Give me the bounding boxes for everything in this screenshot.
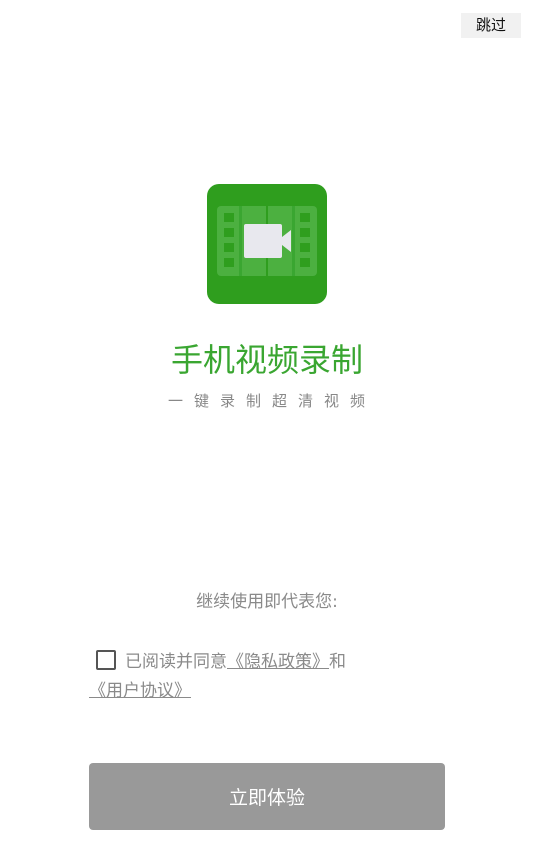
experience-now-button[interactable]: 立即体验 [89,763,445,830]
consent-agreement: 已阅读并同意《隐私政策》和《用户协议》 [89,648,389,706]
user-agreement-link[interactable]: 《用户协议》 [89,681,191,701]
privacy-policy-link[interactable]: 《隐私政策》 [227,652,329,672]
splash-screen: 跳过 手机视频录制 一键录制超清视频 继续使用即代表您: 已阅读并同意《隐私政策… [0,0,534,851]
consent-joiner: 和 [329,652,346,672]
consent-checkbox[interactable] [96,650,116,670]
consent-intro: 继续使用即代表您: [196,592,338,612]
app-title: 手机视频录制 [170,341,363,379]
skip-button[interactable]: 跳过 [461,13,521,38]
consent-prefix: 已阅读并同意 [125,652,227,672]
app-subtitle: 一键录制超清视频 [167,392,376,410]
video-camera-film-icon [207,184,327,304]
